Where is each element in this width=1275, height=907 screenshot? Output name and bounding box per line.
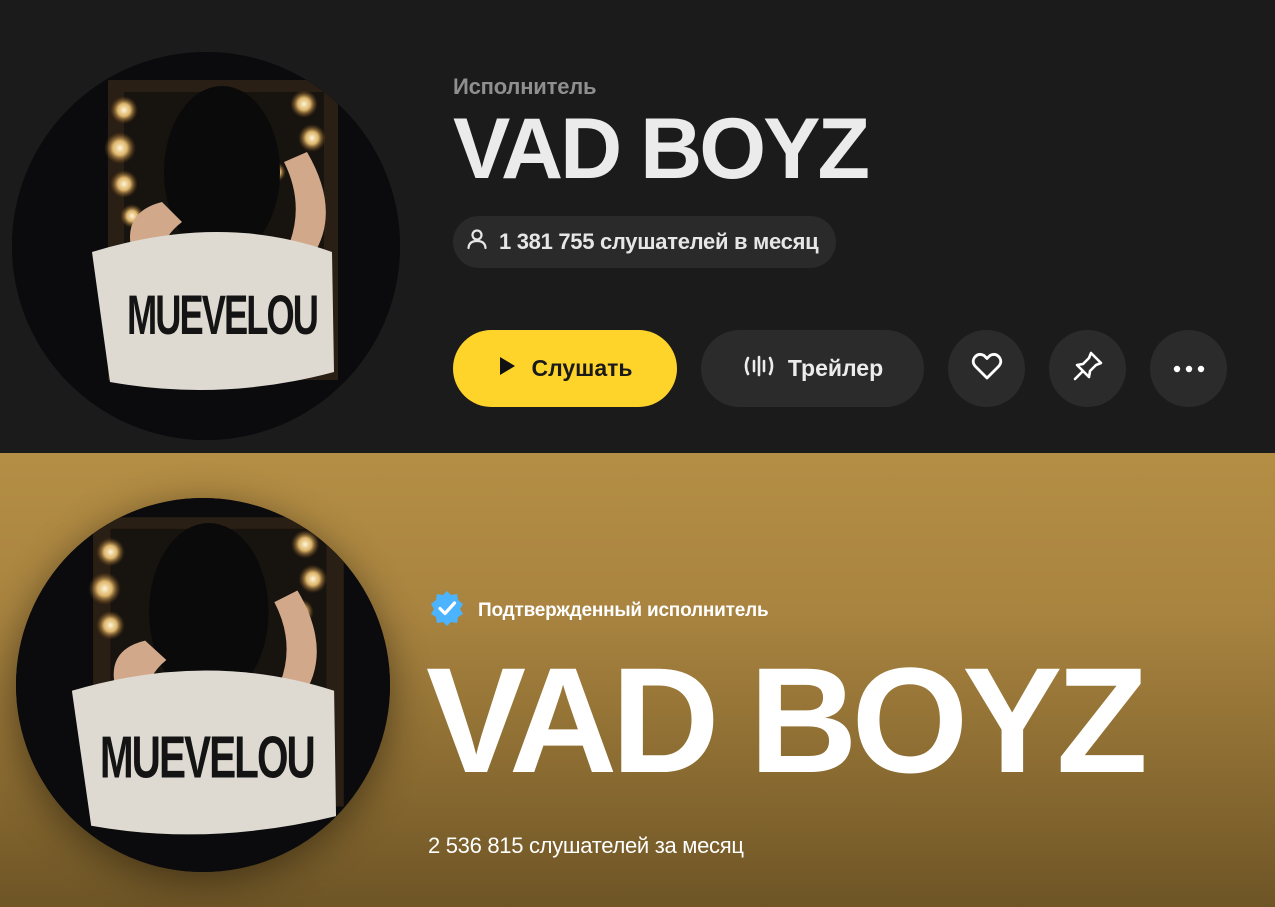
more-icon [1173,360,1205,378]
artist-name: VAD BOYZ [453,101,870,197]
pin-button[interactable] [1049,330,1126,407]
waveform-icon [742,351,776,387]
artist-info: Исполнитель VAD BOYZ [453,74,870,197]
spotify-artist-header: MUEVELOU Подтвержденный исполнитель VAD … [0,453,1275,907]
trailer-button-label: Трейлер [787,355,884,381]
monthly-listeners-badge: 1 381 755 слушателей в месяц [453,216,837,268]
yandex-artist-header: MUEVELOU Исполнитель VAD BOYZ 1 381 755 … [0,0,1275,453]
play-button-label: Слушать [531,355,633,381]
artist-photo: MUEVELOU [16,498,390,872]
shirt-print: MUEVELOU [100,724,314,791]
artist-photo: MUEVELOU [12,52,400,440]
artist-avatar: MUEVELOU [12,52,400,440]
artist-name: VAD BOYZ [426,636,1148,804]
play-button[interactable]: Слушать [453,330,677,407]
artist-avatar: MUEVELOU [16,498,390,872]
verified-label-text: Подтвержденный исполнитель [478,600,769,621]
shirt-print: MUEVELOU [127,283,317,346]
verified-artist-label: Подтвержденный исполнитель [428,589,769,633]
like-button[interactable] [948,330,1025,407]
pin-icon [1072,350,1104,387]
user-icon [465,227,489,257]
monthly-listeners-text: 2 536 815 слушателей за месяц [428,833,744,858]
trailer-button[interactable]: Трейлер [701,330,924,407]
artist-type-label: Исполнитель [453,74,597,99]
monthly-listeners-text: 1 381 755 слушателей в месяц [499,229,819,254]
heart-icon [971,351,1003,386]
play-icon [497,355,517,383]
more-options-button[interactable] [1150,330,1227,407]
verified-badge-icon [428,589,466,633]
action-buttons: Слушать Трейлер [453,330,1227,407]
